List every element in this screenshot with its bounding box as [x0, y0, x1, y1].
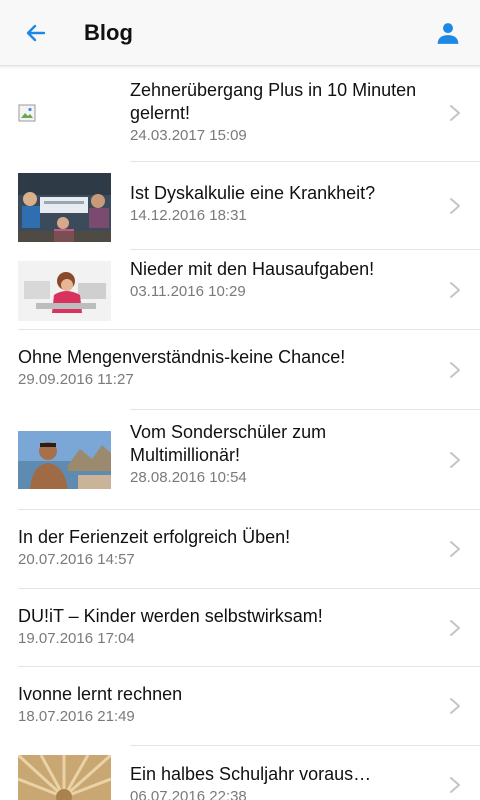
post-date: 14.12.2016 18:31 — [130, 207, 247, 224]
list-item[interactable]: Vom Sonderschüler zum Multimillionär! 28… — [0, 410, 480, 510]
post-thumbnail — [18, 261, 111, 321]
post-thumbnail — [18, 755, 111, 800]
chevron-right-icon — [450, 541, 460, 557]
post-title: Vom Sonderschüler zum Multimillionär! — [130, 422, 327, 465]
profile-button[interactable] — [430, 15, 466, 51]
post-title: In der Ferienzeit erfolgreich Üben! — [18, 527, 291, 547]
post-date: 28.08.2016 10:54 — [130, 469, 247, 486]
broken-image-icon — [18, 104, 36, 122]
list-item[interactable]: Ohne Mengenverständnis-keine Chance! 29.… — [0, 330, 480, 410]
list-item[interactable]: Nieder mit den Hausaufgaben! 03.11.2016 … — [0, 250, 480, 330]
post-title: Ohne Mengenverständnis-keine Chance! — [18, 347, 346, 367]
blog-post-list: Zehnerübergang Plus in 10 Minuten gelern… — [0, 66, 480, 800]
person-icon — [437, 23, 459, 44]
chevron-right-icon — [450, 198, 460, 214]
chevron-right-icon — [450, 362, 460, 378]
app-bar: Blog — [0, 0, 480, 66]
list-item[interactable]: DU!iT – Kinder werden selbstwirksam! 19.… — [0, 589, 480, 667]
chevron-right-icon — [450, 620, 460, 636]
post-date: 03.11.2016 10:29 — [130, 283, 246, 300]
list-item[interactable]: Ein halbes Schuljahr voraus… 06.07.2016 … — [0, 746, 480, 800]
post-date: 29.09.2016 11:27 — [18, 371, 134, 388]
list-item[interactable]: Zehnerübergang Plus in 10 Minuten gelern… — [0, 66, 480, 162]
post-date: 19.07.2016 17:04 — [18, 630, 135, 647]
post-title: DU!iT – Kinder werden selbstwirksam! — [18, 606, 323, 626]
page-title: Blog — [84, 20, 133, 45]
post-title: Ivonne lernt rechnen — [18, 684, 183, 704]
post-title: Ist Dyskalkulie eine Krankheit? — [130, 183, 376, 203]
post-date: 20.07.2016 14:57 — [18, 551, 135, 568]
post-date: 06.07.2016 22:38 — [130, 788, 247, 800]
post-title: Ein halbes Schuljahr voraus… — [130, 764, 372, 784]
arrow-left-icon — [26, 24, 46, 42]
list-item[interactable]: In der Ferienzeit erfolgreich Üben! 20.0… — [0, 510, 480, 589]
list-item[interactable]: Ivonne lernt rechnen 18.07.2016 21:49 — [0, 667, 480, 746]
post-thumbnail — [18, 431, 111, 489]
list-item[interactable]: Ist Dyskalkulie eine Krankheit? 14.12.20… — [0, 162, 480, 250]
post-date: 24.03.2017 15:09 — [130, 127, 247, 144]
chevron-right-icon — [450, 452, 460, 468]
post-date: 18.07.2016 21:49 — [18, 708, 135, 725]
chevron-right-icon — [450, 698, 460, 714]
post-thumbnail — [18, 173, 111, 242]
chevron-right-icon — [450, 105, 460, 121]
chevron-right-icon — [450, 777, 460, 793]
chevron-right-icon — [450, 282, 460, 298]
post-title: Zehnerübergang Plus in 10 Minuten gelern… — [130, 80, 417, 123]
post-title: Nieder mit den Hausaufgaben! — [130, 259, 375, 279]
back-button[interactable] — [16, 15, 56, 51]
